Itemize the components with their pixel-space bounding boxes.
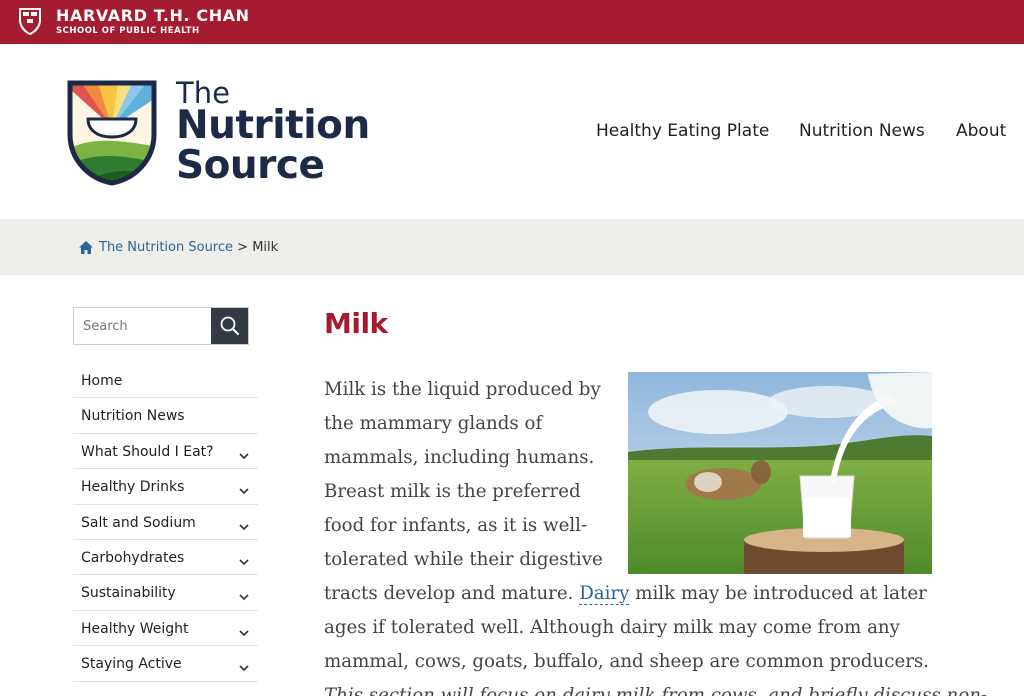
nutrition-source-shield-icon[interactable] (66, 79, 158, 186)
article-line: ages if tolerated well. Although dairy m… (324, 617, 900, 638)
breadcrumb-separator: > (237, 240, 249, 255)
sidebar-item-label: Home (81, 373, 123, 389)
nav-nutrition-news[interactable]: Nutrition News (799, 121, 925, 141)
harvard-school-subtitle[interactable]: SCHOOL OF PUBLIC HEALTH (56, 26, 200, 36)
sidebar-item-label: Healthy Drinks (81, 479, 185, 496)
page-title: Milk (324, 307, 388, 340)
chevron-down-icon[interactable] (239, 554, 249, 566)
sidebar-item-label: Nutrition News (81, 408, 185, 425)
article-italic-text: This section will focus on dairy milk fr… (324, 685, 988, 696)
sidebar-item-label: Healthy Weight (81, 620, 189, 637)
breadcrumb-home-link[interactable]: The Nutrition Source (99, 240, 233, 255)
article-line: mammals, including humans. (324, 447, 595, 468)
harvard-school-name[interactable]: HARVARD T.H. CHAN (56, 6, 250, 25)
sidebar-item-carbohydrates[interactable]: Carbohydrates (73, 540, 258, 576)
chevron-down-icon[interactable] (239, 483, 249, 495)
sidebar-item-label: Sustainability (81, 585, 176, 602)
sidebar-item-healthy-weight[interactable]: Healthy Weight (73, 611, 258, 647)
sidebar-item-staying-active[interactable]: Staying Active (73, 646, 258, 682)
article-line: tolerated while their digestive (324, 549, 603, 570)
harvard-shield-icon[interactable] (17, 6, 43, 36)
chevron-down-icon[interactable] (239, 519, 249, 530)
article-body: Milk is the liquid produced by the mamma… (324, 373, 987, 696)
article-line: tracts develop and mature. Dairy milk ma… (324, 577, 934, 611)
article-line: food for infants, as it is well- (324, 515, 588, 536)
chevron-down-icon[interactable] (239, 660, 249, 672)
article-line: Milk is the liquid produced by (324, 379, 601, 400)
logo-text-source[interactable]: Source (176, 143, 325, 188)
sidebar-item-healthy-drinks[interactable]: Healthy Drinks (73, 469, 258, 505)
search-input[interactable] (74, 308, 212, 344)
sidebar-item-sustainability[interactable]: Sustainability (73, 575, 258, 611)
chevron-down-icon[interactable] (239, 589, 249, 601)
sidebar-item-label: Carbohydrates (81, 549, 185, 566)
search-form (73, 307, 249, 345)
search-icon (220, 316, 240, 336)
dairy-link[interactable]: Dairy (579, 583, 630, 605)
sidebar-item-home[interactable]: Home (73, 363, 258, 399)
chevron-down-icon[interactable] (239, 625, 249, 636)
breadcrumb: The Nutrition Source > Milk (99, 240, 278, 255)
search-button[interactable] (211, 308, 248, 344)
sidebar-item-label: What Should I Eat? (81, 443, 214, 460)
sidebar-item-salt-and-sodium[interactable]: Salt and Sodium (73, 505, 258, 540)
article-line: This section will focus on dairy milk fr… (324, 679, 987, 696)
nav-about[interactable]: About (956, 121, 1006, 141)
logo-text-nutrition[interactable]: Nutrition (176, 103, 370, 148)
article-line: Breast milk is the preferred (324, 481, 581, 502)
nav-healthy-eating-plate[interactable]: Healthy Eating Plate (596, 121, 769, 141)
sidebar-item-what-should-i-eat[interactable]: What Should I Eat? (73, 434, 258, 470)
article-line: the mammary glands of (324, 413, 543, 434)
sidebar-item-label: Salt and Sodium (81, 514, 196, 531)
article-text: milk may be introduced at later (629, 583, 927, 604)
home-icon[interactable] (78, 240, 94, 255)
article-text: tracts develop and mature. (324, 583, 580, 604)
breadcrumb-current: Milk (252, 240, 279, 255)
article-line: mammal, cows, goats, buffalo, and sheep … (324, 651, 930, 672)
harvard-top-bar: HARVARD T.H. CHAN SCHOOL OF PUBLIC HEALT… (0, 0, 1024, 44)
sidebar-item-label: Staying Active (81, 656, 182, 673)
sidebar-navigation: Home Nutrition News What Should I Eat? H… (73, 363, 258, 682)
sidebar-item-nutrition-news[interactable]: Nutrition News (73, 398, 258, 434)
chevron-down-icon[interactable] (239, 448, 249, 459)
